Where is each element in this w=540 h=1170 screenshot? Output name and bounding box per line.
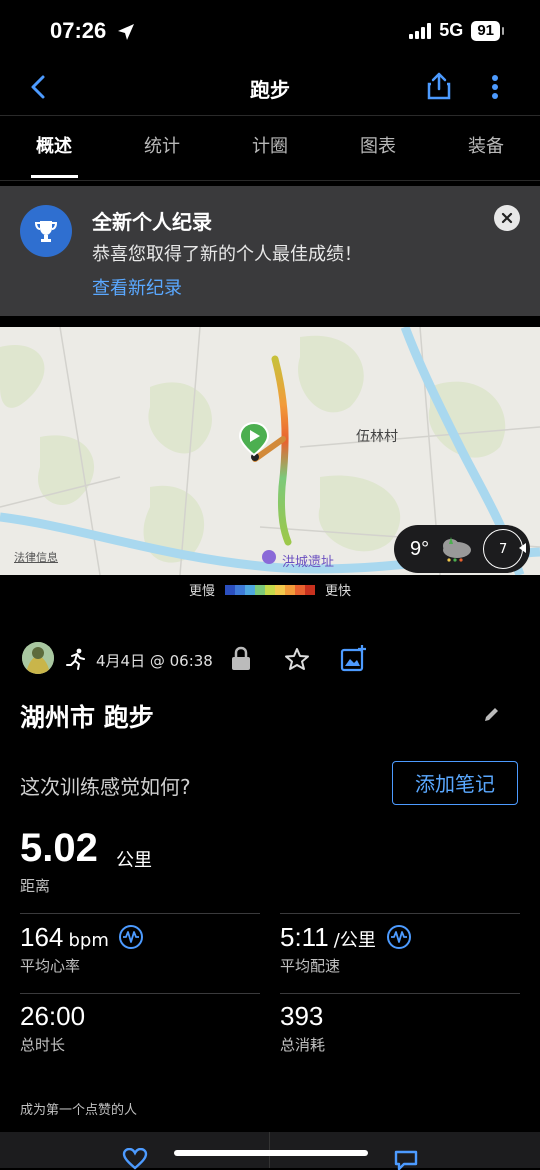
running-icon <box>66 648 85 670</box>
status-indicators: 5G 91 <box>409 20 504 41</box>
legend-swatch <box>285 584 295 595</box>
banner-title: 全新个人纪录 <box>92 210 212 234</box>
star-icon[interactable] <box>284 647 310 671</box>
activity-title: 湖州市 跑步 <box>20 703 154 732</box>
legend-swatch <box>305 584 315 595</box>
temperature: 9° <box>410 537 430 560</box>
legend-swatch <box>225 584 235 595</box>
location-arrow-icon <box>118 24 134 40</box>
stats-divider <box>280 913 520 914</box>
map-legal-link[interactable]: 法律信息 <box>14 549 58 565</box>
stats-divider <box>20 993 260 994</box>
activity-date: 4月4日 @ 06:38 <box>96 652 213 670</box>
page-title: 跑步 <box>250 78 290 102</box>
stats-divider <box>20 913 260 914</box>
weather-widget: 9° 7 <box>394 525 530 573</box>
likes-prompt: 成为第一个点赞的人 <box>20 1103 138 1118</box>
status-time: 07:26 <box>50 18 107 43</box>
pace-unit: /公里 <box>333 930 376 951</box>
comment-icon[interactable] <box>394 1150 418 1170</box>
legend-swatch <box>235 584 245 595</box>
legend-slow: 更慢 <box>188 584 215 599</box>
legend-swatch <box>265 584 275 595</box>
tabs-divider <box>0 180 540 181</box>
like-heart-icon[interactable] <box>122 1148 148 1170</box>
heart-rate-unit: bpm <box>68 930 109 951</box>
distance-unit: 公里 <box>116 850 152 871</box>
tab-bar: 概述 统计 计圈 图表 装备 <box>0 116 540 180</box>
calories-label: 总消耗 <box>280 1036 326 1054</box>
tab-gear[interactable]: 装备 <box>432 116 540 180</box>
tab-overview[interactable]: 概述 <box>0 116 108 180</box>
battery-icon: 91 <box>471 20 504 41</box>
tab-charts[interactable]: 图表 <box>324 116 432 180</box>
lock-icon[interactable] <box>230 646 252 672</box>
close-icon <box>501 212 513 224</box>
distance-value: 5.02 <box>20 826 98 870</box>
trophy-icon <box>20 205 72 257</box>
pace-info-icon[interactable] <box>386 924 412 950</box>
banner-message: 恭喜您取得了新的个人最佳成绩！ <box>92 244 362 265</box>
stats-divider <box>280 993 520 994</box>
wind-icon: 7 <box>483 529 527 569</box>
map-poi-label: 洪城遗址 <box>282 555 335 570</box>
close-banner-button[interactable] <box>494 205 520 231</box>
signal-icon <box>409 22 432 39</box>
legend-swatch <box>275 584 285 595</box>
network-type: 5G <box>439 20 464 40</box>
view-records-link[interactable]: 查看新纪录 <box>92 274 182 300</box>
heart-rate-stat: 164 bpm <box>20 922 109 953</box>
tab-laps[interactable]: 计圈 <box>216 116 324 180</box>
more-options-icon[interactable] <box>490 74 500 100</box>
legend-swatch <box>295 584 305 595</box>
pace-legend: 更慢 更快 <box>0 580 540 599</box>
duration-label: 总时长 <box>20 1036 66 1054</box>
feel-prompt: 这次训练感觉如何? <box>20 775 191 799</box>
legend-swatch <box>245 584 255 595</box>
share-icon[interactable] <box>426 72 452 100</box>
home-indicator <box>174 1150 368 1156</box>
pace-value: 5:11 <box>280 922 329 952</box>
heart-rate-value: 164 <box>20 922 64 952</box>
add-note-button[interactable]: 添加笔记 <box>392 761 518 805</box>
heart-rate-label: 平均心率 <box>20 957 81 975</box>
legend-gradient <box>225 584 315 595</box>
edit-pencil-icon[interactable] <box>482 704 502 724</box>
tab-stats[interactable]: 统计 <box>108 116 216 180</box>
legend-swatch <box>255 584 265 595</box>
cloud-icon <box>443 537 472 562</box>
map-place-label: 伍林村 <box>356 429 398 445</box>
add-photo-icon[interactable] <box>340 644 368 672</box>
duration-value: 26:00 <box>20 1001 86 1031</box>
legend-fast: 更快 <box>325 584 352 599</box>
wind-speed: 7 <box>498 541 508 557</box>
pace-label: 平均配速 <box>280 957 341 975</box>
calories-value: 393 <box>280 1001 324 1031</box>
pace-stat: 5:11 /公里 <box>280 922 376 953</box>
heart-rate-info-icon[interactable] <box>118 924 144 950</box>
avatar[interactable] <box>22 642 54 674</box>
distance-label: 距离 <box>20 877 51 895</box>
